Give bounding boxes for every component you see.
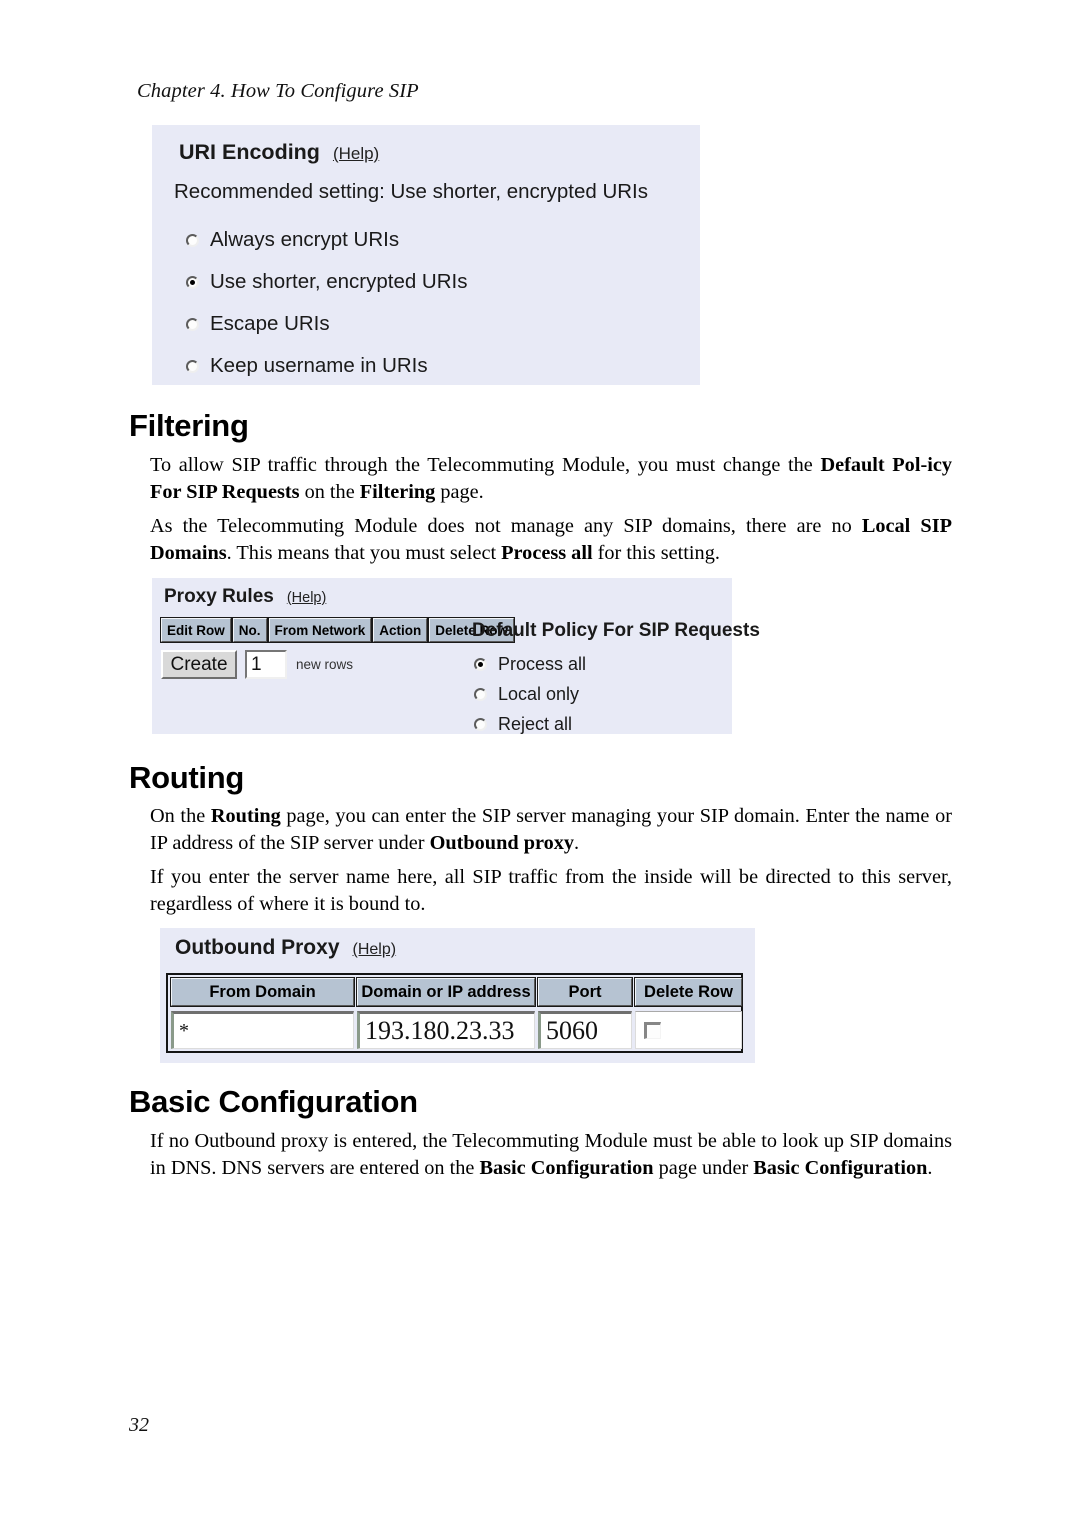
- radio-label: Reject all: [498, 714, 573, 734]
- proxy-rules-panel: Proxy Rules (Help) Edit Row No. From Net…: [152, 578, 760, 735]
- text-run: As the Telecommuting Module does not man…: [150, 515, 862, 537]
- heading-filtering: Filtering: [129, 408, 249, 443]
- column-header-delete-row: Delete Row: [634, 977, 743, 1007]
- default-policy-title: Default Policy For SIP Requests: [472, 620, 760, 641]
- table-header-from-network[interactable]: From Network: [267, 617, 373, 643]
- outbound-proxy-title-row: Outbound Proxy (Help): [175, 936, 396, 960]
- text-run-bold: Configuration: [804, 1156, 928, 1179]
- radio-label: Keep username in URIs: [210, 354, 428, 377]
- outbound-proxy-title: Outbound Proxy: [175, 936, 340, 959]
- radio-icon[interactable]: [186, 359, 199, 373]
- text-run-bold: Domains: [150, 541, 227, 564]
- radio-icon[interactable]: [186, 317, 199, 331]
- text-run: for this setting.: [592, 541, 720, 564]
- text-run: page under: [653, 1156, 754, 1179]
- radio-label: Always encrypt URIs: [210, 228, 400, 251]
- table-header-action[interactable]: Action: [372, 617, 429, 643]
- domain-or-ip-input[interactable]: 193.180.23.33: [357, 1011, 535, 1049]
- text-run-bold: Filtering: [359, 480, 436, 503]
- column-header-port: Port: [537, 977, 633, 1007]
- text-run-bold: Local SIP: [861, 515, 952, 537]
- new-rows-label: new rows: [296, 657, 354, 672]
- radio-icon[interactable]: [186, 233, 199, 247]
- column-header-domain-or-ip-address: Domain or IP address: [356, 977, 536, 1007]
- text-run: To allow SIP traffic through the Telecom…: [150, 454, 821, 476]
- text-run: On the: [150, 805, 211, 827]
- radio-icon[interactable]: [474, 718, 487, 731]
- radio-icon[interactable]: [474, 688, 487, 701]
- text-run: page.: [435, 480, 484, 503]
- radio-option-keep-username-in-uris[interactable]: Keep username in URIs: [186, 354, 428, 378]
- radio-option-reject-all[interactable]: Reject all: [474, 714, 572, 735]
- radio-option-local-only[interactable]: Local only: [474, 684, 579, 705]
- table-header-no[interactable]: No.: [231, 617, 268, 643]
- heading-basic-configuration: Basic Configuration: [129, 1084, 418, 1119]
- table-header-edit-row[interactable]: Edit Row: [160, 617, 232, 643]
- radio-option-always-encrypt-uris[interactable]: Always encrypt URIs: [186, 228, 399, 252]
- basic-configuration-paragraph: If no Outbound proxy is entered, the Tel…: [150, 1128, 952, 1181]
- uri-encoding-title-row: URI Encoding (Help): [179, 140, 379, 165]
- routing-paragraph-2: If you enter the server name here, all S…: [150, 866, 952, 915]
- text-run-bold: Default Pol-: [820, 454, 928, 476]
- text-run: .: [574, 831, 580, 854]
- filtering-paragraph-1: To allow SIP traffic through the Telecom…: [150, 452, 952, 505]
- text-run: . This means that you must select: [226, 541, 502, 564]
- proxy-rules-table-header: Edit Row No. From Network Action Delete …: [160, 617, 516, 643]
- text-run-bold: Outbound proxy: [429, 831, 575, 854]
- uri-encoding-recommended-text: Recommended setting: Use shorter, encryp…: [174, 180, 648, 203]
- radio-icon[interactable]: [474, 658, 487, 671]
- delete-row-checkbox[interactable]: [644, 1021, 661, 1039]
- radio-icon[interactable]: [186, 275, 199, 289]
- uri-encoding-title: URI Encoding: [179, 140, 320, 164]
- text-run-bold: Basic: [753, 1156, 800, 1179]
- filtering-paragraph-2: As the Telecommuting Module does not man…: [150, 513, 952, 566]
- proxy-rules-title-row: Proxy Rules (Help): [164, 586, 326, 608]
- column-header-from-domain: From Domain: [170, 977, 355, 1007]
- routing-paragraph-1: On the Routing page, you can enter the S…: [150, 803, 952, 856]
- radio-option-process-all[interactable]: Process all: [474, 654, 586, 675]
- proxy-rules-help-link[interactable]: (Help): [287, 590, 326, 606]
- radio-label: Local only: [498, 684, 580, 704]
- from-domain-input[interactable]: *: [171, 1011, 354, 1049]
- port-input[interactable]: 5060: [538, 1011, 632, 1049]
- outbound-proxy-panel: Outbound Proxy (Help) From Domain Domain…: [160, 928, 755, 1063]
- radio-label: Use shorter, encrypted URIs: [210, 270, 468, 293]
- radio-label: Escape URIs: [210, 312, 330, 335]
- text-run: on the: [299, 480, 360, 503]
- create-rows-control-group: Create 1 new rows: [161, 650, 353, 679]
- text-run-bold: Basic Configuration: [479, 1156, 654, 1179]
- text-run-bold: Process all: [501, 541, 593, 564]
- text-run: .: [927, 1156, 933, 1179]
- uri-encoding-panel: URI Encoding (Help) Recommended setting:…: [152, 125, 700, 385]
- uri-encoding-help-link[interactable]: (Help): [333, 144, 379, 164]
- radio-option-use-shorter-encrypted-uris[interactable]: Use shorter, encrypted URIs: [186, 270, 468, 294]
- delete-row-cell: [635, 1011, 742, 1049]
- outbound-proxy-table-row: * 193.180.23.33 5060: [171, 1011, 742, 1049]
- new-rows-input[interactable]: 1: [245, 650, 287, 679]
- outbound-proxy-table: From Domain Domain or IP address Port De…: [166, 973, 743, 1053]
- page-number: 32: [129, 1414, 149, 1436]
- running-head: Chapter 4. How To Configure SIP: [137, 80, 419, 102]
- outbound-proxy-table-header-row: From Domain Domain or IP address Port De…: [170, 977, 743, 1007]
- proxy-rules-title: Proxy Rules: [164, 586, 274, 607]
- heading-routing: Routing: [129, 760, 244, 795]
- radio-option-escape-uris[interactable]: Escape URIs: [186, 312, 330, 336]
- text-run-bold: Routing: [210, 805, 281, 827]
- create-button[interactable]: Create: [161, 650, 237, 679]
- outbound-proxy-help-link[interactable]: (Help): [353, 941, 397, 959]
- document-page: Chapter 4. How To Configure SIP URI Enco…: [0, 0, 1080, 1527]
- radio-label: Process all: [498, 654, 587, 674]
